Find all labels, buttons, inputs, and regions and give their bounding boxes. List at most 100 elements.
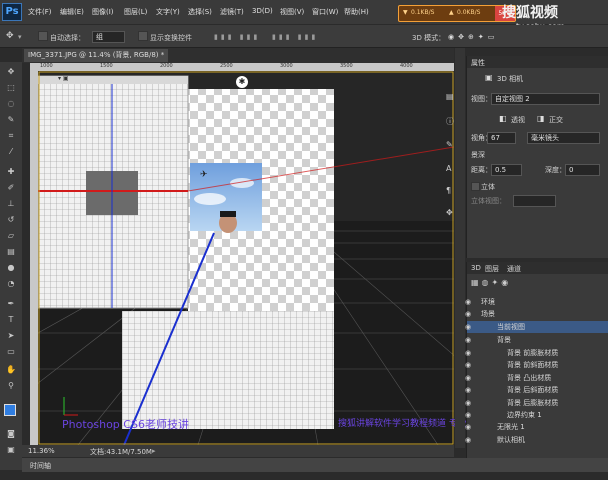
eye-icon[interactable]: ◉ bbox=[465, 384, 471, 396]
menu-select[interactable]: 选择(S) bbox=[188, 7, 212, 17]
move-tool-icon[interactable]: ✥ bbox=[4, 66, 18, 78]
orthographic-label[interactable]: 正交 bbox=[549, 115, 563, 125]
crop-tool-icon[interactable]: ⌗ bbox=[4, 130, 18, 142]
eye-icon[interactable]: ◉ bbox=[465, 308, 471, 320]
screen-mode-icon[interactable]: ▣ bbox=[4, 444, 18, 456]
menu-window[interactable]: 窗口(W) bbox=[312, 7, 338, 17]
layer-row-default-camera[interactable]: ◉ 默认相机 bbox=[465, 434, 608, 446]
eye-icon[interactable]: ◉ bbox=[465, 347, 471, 359]
properties-tab[interactable]: 属性 bbox=[471, 58, 485, 68]
foreground-color-swatch[interactable] bbox=[4, 404, 16, 416]
shape-tool-icon[interactable]: ▭ bbox=[4, 346, 18, 358]
menu-3d[interactable]: 3D(D) bbox=[252, 7, 273, 15]
tab-channels[interactable]: 通道 bbox=[507, 264, 521, 274]
tab-3d[interactable]: 3D bbox=[471, 264, 481, 272]
dodge-tool-icon[interactable]: ◔ bbox=[4, 278, 18, 290]
move-tool-icon[interactable]: ✥ bbox=[6, 31, 14, 41]
perspective-label[interactable]: 透视 bbox=[511, 115, 525, 125]
info-icon[interactable]: ⓘ bbox=[446, 116, 454, 127]
layer-row-back-bevel[interactable]: ◉ 背景 后斜面材质 bbox=[465, 384, 608, 396]
3d-light-widget-icon[interactable]: ✱ bbox=[236, 76, 248, 88]
ruler-label: 1500 bbox=[100, 63, 113, 69]
layer-row-infinite-light[interactable]: ◉ 无限光 1 bbox=[465, 421, 608, 433]
3d-mode-icons[interactable]: ◉✥⊕✦▭ bbox=[448, 33, 498, 41]
layer-row-environment[interactable]: ◉ 环境 bbox=[465, 296, 608, 308]
secondary-view-toolbar[interactable]: ▾ ▣ bbox=[58, 75, 190, 82]
status-arrow-icon[interactable]: ▸ bbox=[152, 447, 156, 455]
pen-tool-icon[interactable]: ✒ bbox=[4, 298, 18, 310]
depth-field[interactable]: 0 bbox=[565, 164, 600, 176]
eye-icon[interactable]: ◉ bbox=[465, 359, 471, 371]
blur-tool-icon[interactable]: ● bbox=[4, 262, 18, 274]
eye-icon[interactable]: ◉ bbox=[465, 397, 471, 409]
auto-select-checkbox[interactable] bbox=[38, 31, 48, 41]
eraser-tool-icon[interactable]: ▱ bbox=[4, 230, 18, 242]
menu-image[interactable]: 图像(I) bbox=[92, 7, 114, 17]
timeline-label[interactable]: 时间轴 bbox=[30, 461, 51, 471]
lens-dropdown[interactable]: 毫米镜头 bbox=[527, 132, 600, 144]
layer-row-front-inflation[interactable]: ◉ 背景 前膨胀材质 bbox=[465, 347, 608, 359]
menu-edit[interactable]: 编辑(E) bbox=[60, 7, 84, 17]
orthographic-icon[interactable]: ◨ bbox=[537, 114, 545, 123]
menu-type[interactable]: 文字(Y) bbox=[156, 7, 180, 17]
timeline-bar: 时间轴 bbox=[22, 458, 608, 472]
paragraph-icon[interactable]: ¶ bbox=[446, 186, 451, 195]
zoom-tool-icon[interactable]: ⚲ bbox=[4, 380, 18, 392]
eye-icon[interactable]: ◉ bbox=[465, 372, 471, 384]
fov-field[interactable]: 67 bbox=[487, 132, 516, 144]
path-select-tool-icon[interactable]: ➤ bbox=[4, 330, 18, 342]
histogram-icon[interactable]: ▤ bbox=[446, 92, 454, 101]
zoom-level[interactable]: 11.36% bbox=[28, 447, 55, 455]
layer-label: 背景 bbox=[497, 336, 511, 344]
healing-tool-icon[interactable]: ✚ bbox=[4, 166, 18, 178]
tab-layers[interactable]: 图层 bbox=[485, 264, 499, 274]
stamp-tool-icon[interactable]: ⊥ bbox=[4, 198, 18, 210]
sohu-watermark: 搜狐视频 bbox=[502, 5, 558, 21]
perspective-icon[interactable]: ◧ bbox=[499, 114, 507, 123]
menu-filter[interactable]: 滤镜(T) bbox=[220, 7, 244, 17]
adjustments-icon[interactable]: ✥ bbox=[446, 208, 453, 217]
eye-icon[interactable]: ◉ bbox=[465, 409, 471, 421]
eyedropper-tool-icon[interactable]: ⁄ bbox=[4, 146, 18, 158]
gradient-tool-icon[interactable]: ▤ bbox=[4, 246, 18, 258]
stereo-checkbox[interactable] bbox=[471, 182, 480, 191]
stereo-view-dropdown[interactable] bbox=[513, 195, 556, 207]
menu-help[interactable]: 帮助(H) bbox=[344, 7, 369, 17]
layer-row-boundary[interactable]: ◉ 边界约束 1 bbox=[465, 409, 608, 421]
eye-icon[interactable]: ◉ bbox=[465, 434, 471, 446]
layer-row-current-view[interactable]: ◉ 当前视图 bbox=[465, 321, 608, 333]
camera-gizmo-icon[interactable]: ✈ bbox=[200, 170, 208, 180]
layer-row-back-inflation[interactable]: ◉ 背景 后膨胀材质 bbox=[465, 397, 608, 409]
quick-select-tool-icon[interactable]: ✎ bbox=[4, 114, 18, 126]
eye-icon[interactable]: ◉ bbox=[465, 421, 471, 433]
marquee-tool-icon[interactable]: ⬚ bbox=[4, 82, 18, 94]
layer-row-front-bevel[interactable]: ◉ 背景 前斜面材质 bbox=[465, 359, 608, 371]
chevron-down-icon[interactable]: ▾ bbox=[18, 33, 22, 41]
view-dropdown[interactable]: 自定视图 2 bbox=[491, 93, 600, 105]
canvas-viewport[interactable] bbox=[38, 71, 454, 445]
character-icon[interactable]: A bbox=[446, 164, 451, 173]
eye-icon[interactable]: ◉ bbox=[465, 321, 471, 333]
eye-icon[interactable]: ◉ bbox=[465, 334, 471, 346]
menu-file[interactable]: 文件(F) bbox=[28, 7, 52, 17]
menu-view[interactable]: 视图(V) bbox=[280, 7, 304, 17]
layer-row-background[interactable]: ◉ 背景 bbox=[465, 334, 608, 346]
show-transform-checkbox[interactable] bbox=[138, 31, 148, 41]
lasso-tool-icon[interactable]: ◌ bbox=[4, 98, 18, 110]
document-tab[interactable]: IMG_3371.JPG @ 11.4% (背景, RGB/8) * bbox=[24, 49, 168, 62]
hand-tool-icon[interactable]: ✋ bbox=[4, 364, 18, 376]
quick-mask-icon[interactable]: ◙ bbox=[4, 428, 18, 440]
3d-filter-icons[interactable]: ▦◍✦◉ bbox=[471, 278, 511, 287]
layer-row-extrusion[interactable]: ◉ 背景 凸出材质 bbox=[465, 372, 608, 384]
brush-panel-icon[interactable]: ✎ bbox=[446, 140, 453, 149]
align-icons[interactable]: ▮▮▮ ▮▮▮ bbox=[214, 33, 260, 41]
distribute-icons[interactable]: ▮▮▮ ▮▮▮ bbox=[272, 33, 318, 41]
layer-row-scene[interactable]: ◉ 场景 bbox=[465, 308, 608, 320]
brush-tool-icon[interactable]: ✐ bbox=[4, 182, 18, 194]
auto-select-dropdown[interactable]: 组 bbox=[92, 31, 125, 43]
type-tool-icon[interactable]: T bbox=[4, 314, 18, 326]
history-brush-tool-icon[interactable]: ↺ bbox=[4, 214, 18, 226]
distance-field[interactable]: 0.5 bbox=[491, 164, 522, 176]
menu-layer[interactable]: 图层(L) bbox=[124, 7, 147, 17]
eye-icon[interactable]: ◉ bbox=[465, 296, 471, 308]
